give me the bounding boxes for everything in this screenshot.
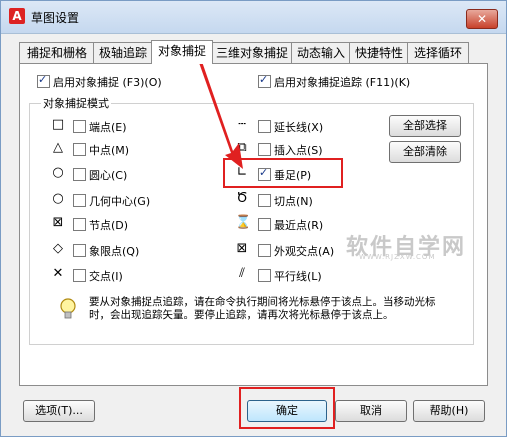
center-label: 圆心(C) [89, 169, 128, 182]
tab-selection-cycling[interactable]: 选择循环 [407, 42, 469, 63]
autocad-icon: A [9, 8, 25, 24]
cancel-button[interactable]: 取消 [335, 400, 407, 422]
tangent-checkbox[interactable] [258, 194, 271, 207]
snap-on-checkbox[interactable] [37, 73, 50, 88]
quadrant-checkbox[interactable] [73, 244, 86, 257]
intersection-checkbox[interactable] [73, 269, 86, 282]
ok-button[interactable]: 确定 [247, 400, 327, 422]
nearest-label: 最近点(R) [274, 219, 324, 232]
center-checkbox[interactable] [73, 168, 86, 181]
endpoint-checkbox[interactable] [73, 120, 86, 133]
node-label: 节点(D) [89, 219, 129, 232]
node-checkbox[interactable] [73, 218, 86, 231]
parallel-checkbox[interactable] [258, 269, 271, 282]
tab-dynamic-input[interactable]: 动态输入 [291, 42, 351, 63]
parallel-icon: ⫽ [239, 266, 245, 281]
endpoint-icon: □ [51, 117, 65, 132]
nearest-checkbox[interactable] [258, 218, 271, 231]
tangent-icon: Ծ [236, 191, 248, 206]
geometric-center-checkbox[interactable] [73, 194, 86, 207]
geometric-center-icon: ○ [52, 191, 64, 206]
apparent-intersection-checkbox[interactable] [258, 244, 271, 257]
snap-modes-title: 对象捕捉模式 [41, 95, 111, 111]
quadrant-icon: ◇ [53, 241, 63, 256]
tab-polar[interactable]: 极轴追踪 [93, 42, 153, 63]
help-button[interactable]: 帮助(H) [413, 400, 485, 422]
tab-object-snap[interactable]: 对象捕捉 [151, 40, 213, 64]
intersection-label: 交点(I) [89, 270, 123, 283]
hint-text: 要从对象捕捉点追踪，请在命令执行期间将光标悬停于该点上。当移动光标时，会出现追踪… [89, 296, 436, 321]
lightbulb-icon [60, 298, 76, 319]
close-button[interactable]: ✕ [466, 9, 498, 29]
center-icon: ○ [52, 165, 64, 180]
tangent-label: 切点(N) [274, 195, 313, 208]
perpendicular-highlight [223, 158, 343, 188]
tab-quick-properties[interactable]: 快捷特性 [349, 42, 409, 63]
dialog-window: A 草图设置 ✕ 捕捉和栅格 极轴追踪 对象捕捉 三维对象捕捉 动态输入 快捷特… [0, 0, 507, 437]
insertion-label: 插入点(S) [274, 144, 323, 157]
snap-on-label: 启用对象捕捉 (F3)(O) [53, 76, 162, 89]
select-all-button[interactable]: 全部选择 [389, 115, 461, 137]
window-title: 草图设置 [31, 11, 80, 25]
endpoint-label: 端点(E) [89, 121, 127, 134]
geometric-center-label: 几何中心(G) [89, 195, 151, 208]
annotation-arrow [189, 53, 243, 169]
apparent-intersection-icon: ⊠ [236, 241, 248, 256]
options-button[interactable]: 选项(T)... [23, 400, 95, 422]
clear-all-button[interactable]: 全部清除 [389, 141, 461, 163]
nearest-icon: ⌛ [235, 215, 252, 230]
title-bar[interactable]: A 草图设置 ✕ [1, 1, 506, 34]
apparent-intersection-label: 外观交点(A) [274, 245, 335, 258]
extension-label: 延长线(X) [274, 121, 324, 134]
midpoint-label: 中点(M) [89, 144, 130, 157]
tab-snap-grid[interactable]: 捕捉和栅格 [19, 42, 95, 63]
tracking-on-label: 启用对象捕捉追踪 (F11)(K) [274, 76, 411, 89]
parallel-label: 平行线(L) [274, 270, 322, 283]
quadrant-label: 象限点(Q) [89, 245, 140, 258]
midpoint-icon: △ [53, 140, 63, 155]
watermark-url: WWW.RJZXW.COM [359, 253, 436, 261]
midpoint-checkbox[interactable] [73, 143, 86, 156]
intersection-icon: ✕ [52, 266, 64, 281]
node-icon: ⊠ [52, 215, 64, 230]
